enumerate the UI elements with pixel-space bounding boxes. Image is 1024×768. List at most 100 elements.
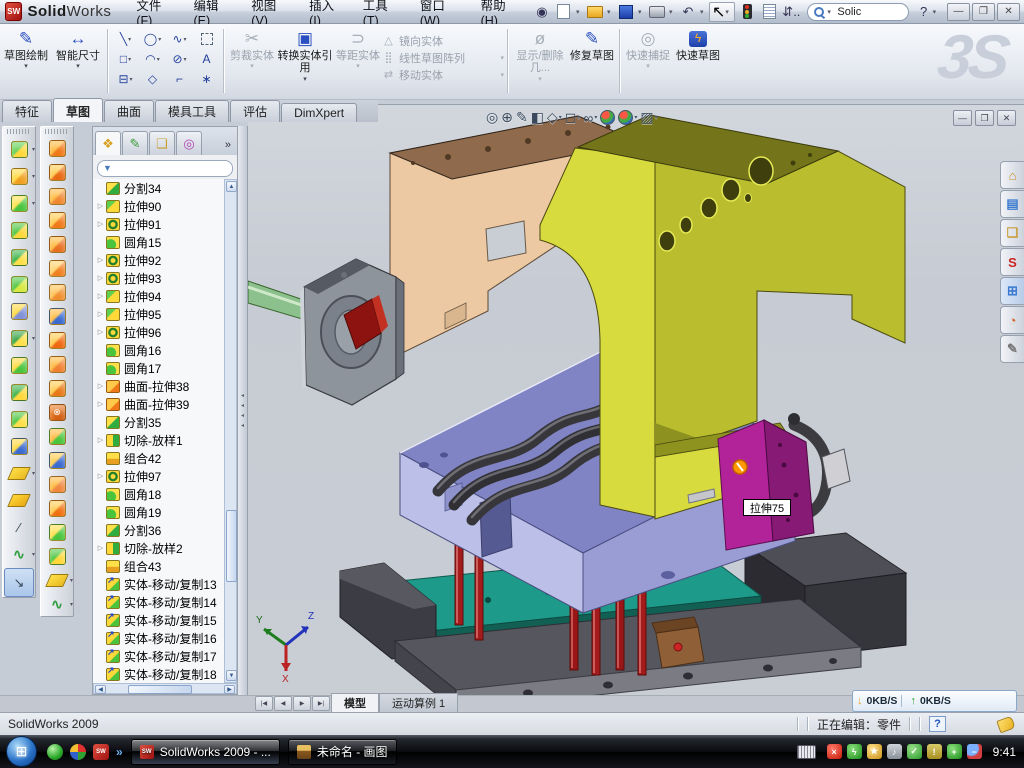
tree-item[interactable]: 实体-移动/复制18: [95, 665, 226, 683]
chevron-down-icon[interactable]: ▾: [32, 335, 35, 342]
chevron-down-icon[interactable]: ▾: [576, 8, 583, 16]
solidworks-resources-tab[interactable]: ⌂: [1000, 161, 1024, 189]
boundary-surface-button[interactable]: [41, 232, 73, 256]
revolved-surface-button[interactable]: [41, 160, 73, 184]
instant3d-button[interactable]: ↘: [4, 568, 34, 597]
fillet-button[interactable]: ▾: [3, 190, 35, 217]
tree-vertical-scrollbar[interactable]: ▲ ▼: [224, 179, 237, 683]
expand-icon[interactable]: ▷: [95, 292, 106, 300]
tree-item[interactable]: ▷曲面-拉伸39: [95, 395, 226, 413]
tree-item[interactable]: ▷拉伸97: [95, 467, 226, 485]
line-button[interactable]: ╲▾: [112, 29, 139, 49]
tree-item[interactable]: 实体-移动/复制16: [95, 629, 226, 647]
view-palette-tab[interactable]: ⊞: [1000, 277, 1024, 305]
linear-sketch-pattern-button[interactable]: ⣿线性草图阵列▾: [382, 49, 504, 66]
save-button[interactable]: [616, 3, 636, 21]
revolved-boss-button[interactable]: ▾: [3, 163, 35, 190]
tree-item[interactable]: ▷拉伸93: [95, 269, 226, 287]
tab-模型[interactable]: 模型: [331, 693, 379, 712]
task-button-solidworks[interactable]: SWSolidWorks 2009 - ...: [131, 739, 280, 765]
chevron-down-icon[interactable]: ▾: [70, 577, 73, 584]
apply-scene-button[interactable]: ▾: [618, 110, 637, 125]
tree-horizontal-scrollbar[interactable]: ◀ ▶: [93, 683, 237, 694]
chevron-down-icon[interactable]: ▾: [70, 601, 73, 608]
chevron-down-icon[interactable]: ▾: [128, 36, 131, 43]
axis-button[interactable]: ⁄: [3, 514, 35, 541]
print-button[interactable]: [647, 3, 667, 21]
chevron-down-icon[interactable]: ▾: [32, 146, 35, 153]
untrim-surface-button[interactable]: [41, 496, 73, 520]
scroll-down-icon[interactable]: ▼: [226, 670, 237, 681]
offset-entities-button[interactable]: ⊃等距实体▾: [334, 28, 382, 94]
zoom-fit-button[interactable]: ◎: [486, 109, 498, 126]
graphics-viewport[interactable]: ◎⊕✎◧◇▾◻▾∞▾▾▨▾ — ❐ ✕ ⌂▤❏S⊞◔✎ 拉伸75 Y Z X: [248, 104, 1024, 695]
extend-surface-button[interactable]: [41, 472, 73, 496]
curves-button[interactable]: ∿▾: [41, 592, 73, 616]
swept-surface-button[interactable]: [41, 184, 73, 208]
rectangle-button[interactable]: □▾: [112, 49, 139, 69]
filter-input[interactable]: ▼: [97, 160, 233, 177]
spline-button[interactable]: ∿▾: [166, 29, 193, 49]
point-button[interactable]: ∗: [193, 69, 220, 89]
browser-ball-icon[interactable]: [70, 744, 86, 760]
expand-icon[interactable]: ▷: [95, 544, 106, 552]
doc-close-button[interactable]: ✕: [997, 110, 1016, 126]
draft-button[interactable]: [3, 298, 35, 325]
tab-曲面[interactable]: 曲面: [104, 100, 154, 122]
intersect-bodies-button[interactable]: [3, 379, 35, 406]
undo-button[interactable]: ↶: [678, 3, 698, 21]
chevron-down-icon[interactable]: ▾: [700, 8, 707, 16]
sync-paused-icon[interactable]: −: [967, 744, 982, 759]
chevron-down-icon[interactable]: ▾: [32, 470, 35, 477]
menu-item-4[interactable]: 工具(T): [352, 0, 409, 23]
tab-草图[interactable]: 草图: [53, 98, 103, 122]
chevron-down-icon[interactable]: ▾: [158, 36, 161, 43]
tree-item[interactable]: 圆角18: [95, 485, 226, 503]
rapid-sketch-button[interactable]: ϟ快速草图: [672, 28, 724, 94]
trim-entities-button[interactable]: ✂剪裁实体▾: [228, 28, 276, 94]
tab-评估[interactable]: 评估: [230, 100, 280, 122]
dimxpertmanager-tab[interactable]: ◎: [176, 131, 202, 155]
selection-box-button[interactable]: [193, 29, 220, 49]
chevron-down-icon[interactable]: ▾: [538, 76, 542, 84]
combine-bodies-button[interactable]: [3, 352, 35, 379]
rebuild-traffic-light-button[interactable]: [737, 3, 757, 21]
chevron-down-icon[interactable]: ▾: [634, 114, 637, 121]
tree-item[interactable]: 圆角19: [95, 503, 226, 521]
arc-button[interactable]: ◠▾: [139, 49, 166, 69]
menu-item-2[interactable]: 视图(V): [240, 0, 298, 23]
chevron-down-icon[interactable]: ▾: [669, 8, 676, 16]
chevron-down-icon[interactable]: ▾: [577, 114, 580, 121]
radiate-surface-button[interactable]: [41, 328, 73, 352]
chevron-down-icon[interactable]: ▾: [559, 114, 562, 121]
doc-minimize-button[interactable]: —: [953, 110, 972, 126]
solidworks-search-tab[interactable]: S: [1000, 248, 1024, 276]
tree-item[interactable]: ▷拉伸91: [95, 215, 226, 233]
lofted-boss-button[interactable]: [3, 244, 35, 271]
chevron-down-icon[interactable]: ▾: [250, 63, 254, 71]
chevron-down-icon[interactable]: ▾: [646, 63, 650, 71]
body-slide-insert[interactable]: [718, 420, 814, 550]
chevron-down-icon[interactable]: ▾: [157, 56, 160, 63]
view-settings-button[interactable]: ▨▾: [640, 109, 657, 126]
tab-模具工具[interactable]: 模具工具: [155, 100, 229, 122]
chevron-down-icon[interactable]: ▾: [356, 63, 360, 71]
menu-item-3[interactable]: 插入(I): [298, 0, 352, 23]
reference-geometry-button[interactable]: ▾: [41, 568, 73, 592]
nav-previous-button[interactable]: ◀: [274, 696, 292, 711]
solidworks-icon[interactable]: SW: [93, 744, 109, 760]
quick-snaps-button[interactable]: ◎快速捕捉▾: [624, 28, 672, 94]
tree-item[interactable]: ▷拉伸94: [95, 287, 226, 305]
chevron-down-icon[interactable]: ▾: [725, 8, 732, 16]
menu-item-5[interactable]: 窗口(W): [409, 0, 470, 23]
chevron-down-icon[interactable]: ▾: [655, 114, 658, 121]
propertymanager-tab[interactable]: ✎: [122, 131, 148, 155]
tree-item[interactable]: ▷切除-放样2: [95, 539, 226, 557]
input-keyboard-icon[interactable]: [797, 745, 816, 759]
view-orientation-button[interactable]: ◇▾: [547, 109, 562, 126]
lofted-surface-button[interactable]: [41, 208, 73, 232]
messenger-icon[interactable]: [47, 744, 63, 760]
chevron-down-icon[interactable]: ▾: [128, 56, 131, 63]
chevron-down-icon[interactable]: ▾: [32, 200, 35, 207]
featuremanager-tab[interactable]: ❖: [95, 131, 121, 155]
